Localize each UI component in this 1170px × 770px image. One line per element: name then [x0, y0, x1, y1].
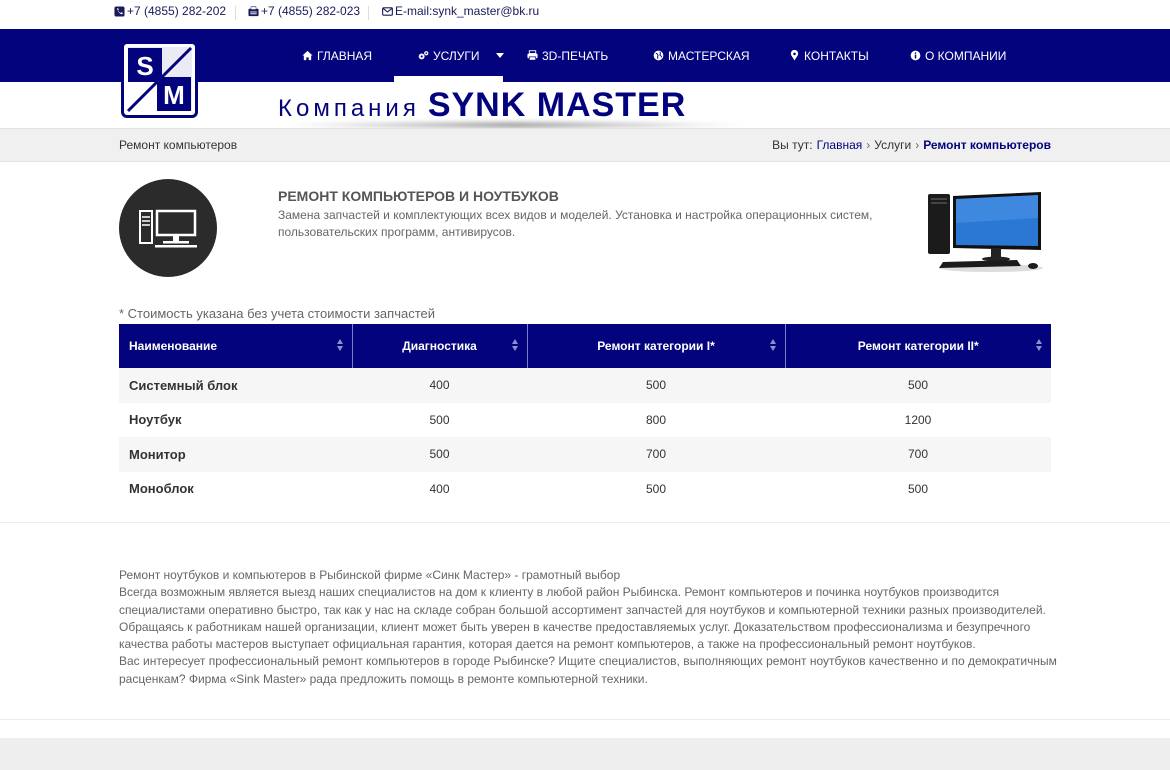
sort-icon: [336, 339, 343, 351]
table-header-row: Наименование Диагностика Ремонт категори…: [119, 324, 1051, 368]
nav-services-label: УСЛУГИ: [433, 48, 480, 63]
column-header-label: Наименование: [129, 339, 218, 353]
logo-letter-m: M: [163, 80, 185, 110]
price-note: * Стоимость указана без учета стоимости …: [119, 306, 435, 321]
nav-services[interactable]: УСЛУГИ: [418, 29, 504, 82]
breadcrumb: Вы тут: Главная › Услуги › Ремонт компью…: [772, 138, 1051, 152]
cell-name: Монитор: [119, 437, 352, 472]
desktop-computer-icon: [139, 209, 197, 248]
phone-2[interactable]: +7 (4855) 282-023: [248, 4, 360, 18]
fax-icon: [248, 5, 259, 16]
breadcrumb-services[interactable]: Услуги: [874, 138, 911, 152]
cell-repair-cat-2: 500: [785, 471, 1051, 506]
logo-letter-s: S: [136, 51, 153, 81]
home-icon: [302, 50, 313, 61]
nav-workshop[interactable]: МАСТЕРСКАЯ: [653, 29, 750, 82]
nav-contacts[interactable]: КОНТАКТЫ: [789, 29, 869, 82]
section-divider: [0, 719, 1170, 720]
seo-article: Ремонт ноутбуков и компьютеров в Рыбинск…: [119, 567, 1059, 688]
sort-icon: [511, 339, 518, 351]
nav-3d-print-label: 3D-ПЕЧАТЬ: [542, 48, 609, 63]
email-link[interactable]: E-mail:synk_master@bk.ru: [382, 4, 539, 18]
column-header-diagnostics[interactable]: Диагностика: [352, 324, 528, 368]
service-icon-circle: [119, 179, 217, 277]
print-icon: [527, 50, 538, 61]
cell-repair-cat-1: 800: [527, 402, 785, 437]
column-header-repair-cat-1[interactable]: Ремонт категории I*: [527, 324, 786, 368]
page-title: Ремонт компьютеров: [119, 138, 238, 152]
cell-repair-cat-1: 700: [527, 437, 785, 472]
phone-icon: [114, 5, 125, 17]
logo[interactable]: S M: [121, 41, 198, 118]
phone-1-text: +7 (4855) 282-202: [127, 4, 227, 18]
nav-home[interactable]: ГЛАВНАЯ: [302, 29, 372, 82]
column-header-label: Ремонт категории II*: [857, 339, 979, 353]
service-description: Замена запчастей и комплектующих всех ви…: [278, 208, 873, 239]
info-icon: [910, 50, 921, 61]
email-text: E-mail:synk_master@bk.ru: [395, 4, 540, 18]
cell-diagnostics: 400: [352, 471, 527, 506]
article-paragraph: Всегда возможным является выезд наших сп…: [119, 585, 1046, 617]
cell-diagnostics: 500: [352, 402, 527, 437]
nav-3d-print[interactable]: 3D-ПЕЧАТЬ: [527, 29, 608, 82]
nav-active-indicator: [394, 76, 503, 82]
breadcrumb-home[interactable]: Главная: [817, 138, 863, 152]
article-paragraph: Обращаясь к работникам нашей организации…: [119, 619, 1031, 652]
company-brand: Компания SYNK MASTER: [278, 86, 686, 126]
separator: [368, 6, 369, 20]
cell-repair-cat-2: 1200: [785, 402, 1051, 437]
nav-about[interactable]: О КОМПАНИИ: [910, 29, 1006, 82]
map-marker-icon: [790, 50, 799, 61]
nav-contacts-label: КОНТАКТЫ: [804, 48, 869, 63]
logo-mark: S M: [126, 46, 193, 113]
gears-icon: [418, 51, 429, 60]
contact-bar: +7 (4855) 282-202 +7 (4855) 282-023 E-ma…: [0, 0, 1170, 29]
phone-1[interactable]: +7 (4855) 282-202: [114, 4, 226, 18]
cell-diagnostics: 500: [352, 437, 527, 472]
column-header-label: Диагностика: [402, 339, 477, 353]
article-heading-line: Ремонт ноутбуков и компьютеров в Рыбинск…: [119, 568, 621, 582]
cell-repair-cat-2: 700: [785, 437, 1051, 472]
cell-name: Ноутбук: [119, 402, 352, 437]
breadcrumb-prefix: Вы тут:: [772, 138, 813, 152]
column-header-name[interactable]: Наименование: [119, 324, 353, 368]
sort-icon: [769, 339, 776, 351]
chevron-down-icon[interactable]: [495, 53, 504, 58]
cell-repair-cat-1: 500: [527, 471, 785, 506]
footer: [0, 738, 1170, 770]
cell-diagnostics: 400: [352, 368, 527, 403]
price-table: Наименование Диагностика Ремонт категори…: [119, 324, 1051, 506]
brand-prefix: Компания: [278, 95, 420, 122]
cell-name: Моноблок: [119, 471, 352, 506]
nav-home-label: ГЛАВНАЯ: [317, 48, 373, 63]
separator: [235, 6, 236, 20]
table-row: Монитор 500 700 700: [119, 437, 1051, 472]
sort-icon: [1036, 339, 1042, 351]
chevron-right-icon: ›: [915, 138, 920, 152]
nav-workshop-label: МАСТЕРСКАЯ: [668, 48, 750, 63]
phone-2-text: +7 (4855) 282-023: [261, 4, 361, 18]
service-title: РЕМОНТ КОМПЬЮТЕРОВ И НОУТБУКОВ: [278, 188, 559, 204]
column-header-repair-cat-2[interactable]: Ремонт категории II*: [785, 324, 1051, 368]
table-row: Моноблок 400 500 500: [119, 471, 1051, 506]
nav-about-label: О КОМПАНИИ: [925, 48, 1007, 63]
cell-repair-cat-2: 500: [785, 368, 1051, 403]
breadcrumb-current: Ремонт компьютеров: [923, 138, 1051, 152]
globe-icon: [653, 50, 664, 61]
computer-photo: [925, 188, 1045, 274]
cell-repair-cat-1: 500: [527, 368, 785, 403]
chevron-right-icon: ›: [866, 138, 871, 152]
envelope-icon: [382, 6, 393, 16]
column-header-label: Ремонт категории I*: [597, 339, 715, 353]
cell-name: Системный блок: [119, 368, 352, 403]
brand-name: SYNK MASTER: [427, 86, 687, 124]
table-row: Ноутбук 500 800 1200: [119, 402, 1051, 437]
section-divider: [0, 522, 1170, 523]
table-row: Системный блок 400 500 500: [119, 368, 1051, 403]
article-paragraph: Вас интересует профессиональный ремонт к…: [119, 654, 1057, 686]
breadcrumb-bar: Ремонт компьютеров Вы тут: Главная › Усл…: [0, 128, 1170, 162]
